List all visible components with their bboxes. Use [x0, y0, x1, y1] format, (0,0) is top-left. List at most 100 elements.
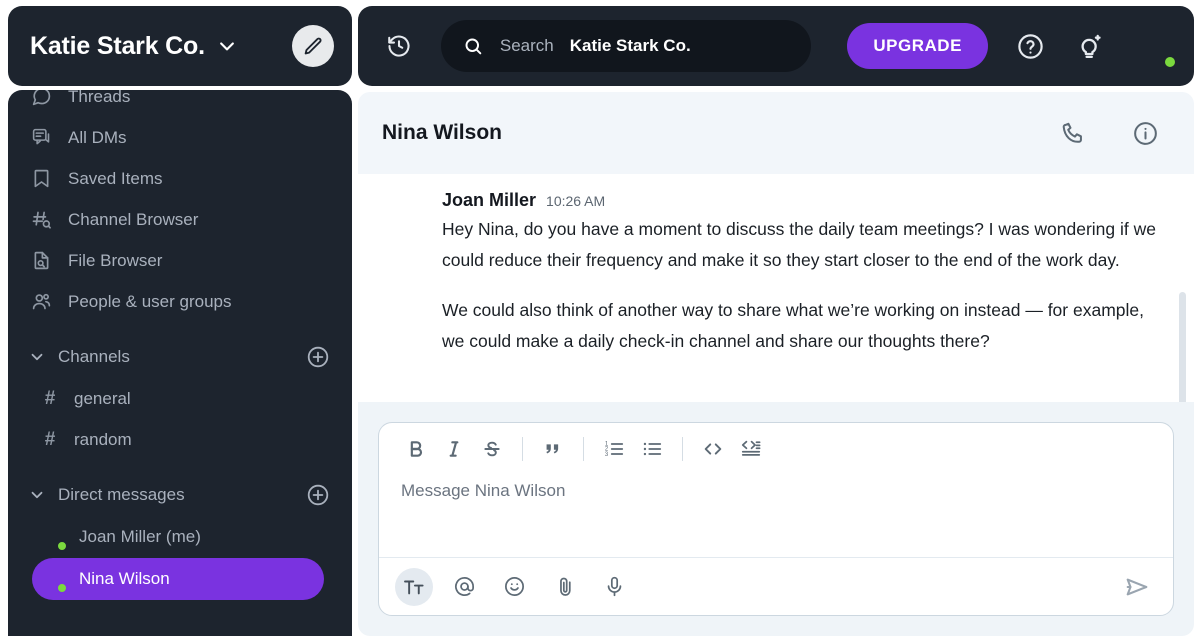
help-button[interactable] — [1014, 29, 1047, 63]
conversation-header: Nina Wilson — [358, 92, 1194, 174]
avatar — [984, 116, 1018, 150]
tips-button[interactable] — [1073, 29, 1106, 63]
record-audio-button[interactable] — [595, 568, 633, 606]
channels-section-header[interactable]: Channels — [8, 336, 352, 378]
plus-circle-icon — [306, 483, 330, 507]
start-call-button[interactable] — [1056, 116, 1090, 150]
direct-messages-section-header[interactable]: Direct messages — [8, 474, 352, 516]
bookmark-icon — [30, 168, 52, 190]
sidebar-dm-nina-wilson[interactable]: Nina Wilson — [32, 558, 324, 600]
avatar — [40, 566, 68, 594]
history-button[interactable] — [380, 26, 419, 66]
dm-name: Nina Wilson — [79, 569, 170, 588]
quote-icon — [542, 438, 564, 460]
online-status-dot — [56, 582, 68, 594]
message-paragraph: We could also think of another way to sh… — [442, 300, 1144, 351]
ordered-list-button[interactable]: 123 — [595, 430, 633, 468]
threads-icon — [30, 90, 52, 108]
conversation-info-button[interactable] — [1128, 116, 1162, 150]
workspace-header[interactable]: Katie Stark Co. — [8, 6, 352, 86]
online-status-dot — [1163, 55, 1178, 69]
attach-file-button[interactable] — [545, 568, 583, 606]
sidebar-item-threads[interactable]: Threads — [8, 90, 352, 117]
hash-icon: # — [44, 428, 56, 450]
sidebar: Threads All DMs Saved Items Channel Brow… — [8, 90, 352, 636]
avatar — [382, 190, 424, 232]
chevron-down-icon[interactable] — [28, 486, 46, 504]
at-sign-icon — [453, 575, 476, 598]
message-composer: 123 Message Nina Wilson — [378, 422, 1174, 616]
plus-circle-icon — [306, 345, 330, 369]
sidebar-item-channel-browser[interactable]: Channel Browser — [8, 199, 352, 240]
composer-actions — [379, 557, 1173, 615]
sidebar-item-label: People & user groups — [68, 291, 232, 311]
message-list: Joan Miller 10:26 AM Hey Nina, do you ha… — [358, 174, 1194, 402]
code-block-icon — [740, 438, 762, 460]
send-message-button[interactable] — [1117, 567, 1157, 607]
message-paragraph: Hey Nina, do you have a moment to discus… — [442, 219, 1156, 270]
sidebar-item-file-browser[interactable]: File Browser — [8, 240, 352, 281]
strikethrough-button[interactable] — [473, 430, 511, 468]
code-icon — [702, 438, 724, 460]
lightbulb-sparkle-icon — [1075, 32, 1104, 61]
scrollbar-thumb[interactable] — [1179, 292, 1186, 402]
avatar — [40, 524, 68, 552]
channel-search-icon — [30, 209, 52, 231]
compose-message-button[interactable] — [292, 25, 334, 67]
message-item: Joan Miller 10:26 AM Hey Nina, do you ha… — [358, 174, 1194, 357]
channels-section-label: Channels — [58, 347, 130, 366]
avatar — [1132, 24, 1178, 69]
hash-icon: # — [44, 387, 56, 409]
channel-name: random — [74, 429, 132, 449]
send-arrow-icon — [1124, 574, 1150, 600]
chevron-down-icon[interactable] — [217, 36, 237, 56]
chevron-down-icon[interactable] — [28, 348, 46, 366]
message-author: Joan Miller — [442, 190, 537, 210]
search-icon — [463, 36, 484, 57]
composer-area: 123 Message Nina Wilson — [358, 402, 1194, 636]
sidebar-item-saved-items[interactable]: Saved Items — [8, 158, 352, 199]
sidebar-item-all-dms[interactable]: All DMs — [8, 117, 352, 158]
sidebar-item-label: Saved Items — [68, 168, 163, 188]
sidebar-channel-general[interactable]: # general — [8, 378, 352, 419]
italic-button[interactable] — [435, 430, 473, 468]
all-dms-icon — [30, 127, 52, 149]
upgrade-button[interactable]: UPGRADE — [847, 23, 988, 69]
paperclip-icon — [553, 575, 576, 598]
info-circle-icon — [1132, 120, 1159, 147]
sidebar-dm-joan-miller[interactable]: Joan Miller (me) — [32, 516, 324, 558]
add-channel-button[interactable] — [306, 345, 330, 369]
sidebar-item-people-user-groups[interactable]: People & user groups — [8, 281, 352, 322]
channel-name: general — [74, 388, 131, 408]
message-input[interactable]: Message Nina Wilson — [379, 475, 1173, 557]
mention-button[interactable] — [445, 568, 483, 606]
bulleted-list-button[interactable] — [633, 430, 671, 468]
toolbar-divider — [522, 437, 523, 461]
toggle-formatting-button[interactable] — [395, 567, 433, 606]
sidebar-channel-random[interactable]: # random — [8, 419, 352, 460]
toolbar-divider — [583, 437, 584, 461]
sidebar-item-label: File Browser — [68, 250, 163, 270]
search-workspace-name: Katie Stark Co. — [569, 36, 691, 55]
new-direct-message-button[interactable] — [306, 483, 330, 507]
bulleted-list-icon — [641, 438, 663, 460]
emoji-button[interactable] — [495, 568, 533, 606]
search-label: Search — [499, 36, 554, 55]
conversation-members-avatars[interactable] — [962, 116, 1018, 150]
help-circle-icon — [1016, 32, 1045, 61]
workspace-name: Katie Stark Co. — [30, 31, 205, 60]
blockquote-button[interactable] — [534, 430, 572, 468]
slack-like-app-window: Katie Stark Co. Threads All DMs Saved It… — [0, 0, 1200, 636]
emoji-icon — [503, 575, 526, 598]
sidebar-item-label: All DMs — [68, 127, 127, 147]
message-scrollbar[interactable] — [1179, 292, 1186, 402]
code-block-button[interactable] — [732, 430, 770, 468]
search-input[interactable]: Search Katie Stark Co. — [440, 20, 812, 72]
phone-icon — [1060, 120, 1087, 147]
conversation-title: Nina Wilson — [382, 121, 502, 144]
file-search-icon — [30, 250, 52, 272]
code-button[interactable] — [694, 430, 732, 468]
bold-button[interactable] — [397, 430, 435, 468]
user-avatar-button[interactable] — [1132, 24, 1178, 69]
